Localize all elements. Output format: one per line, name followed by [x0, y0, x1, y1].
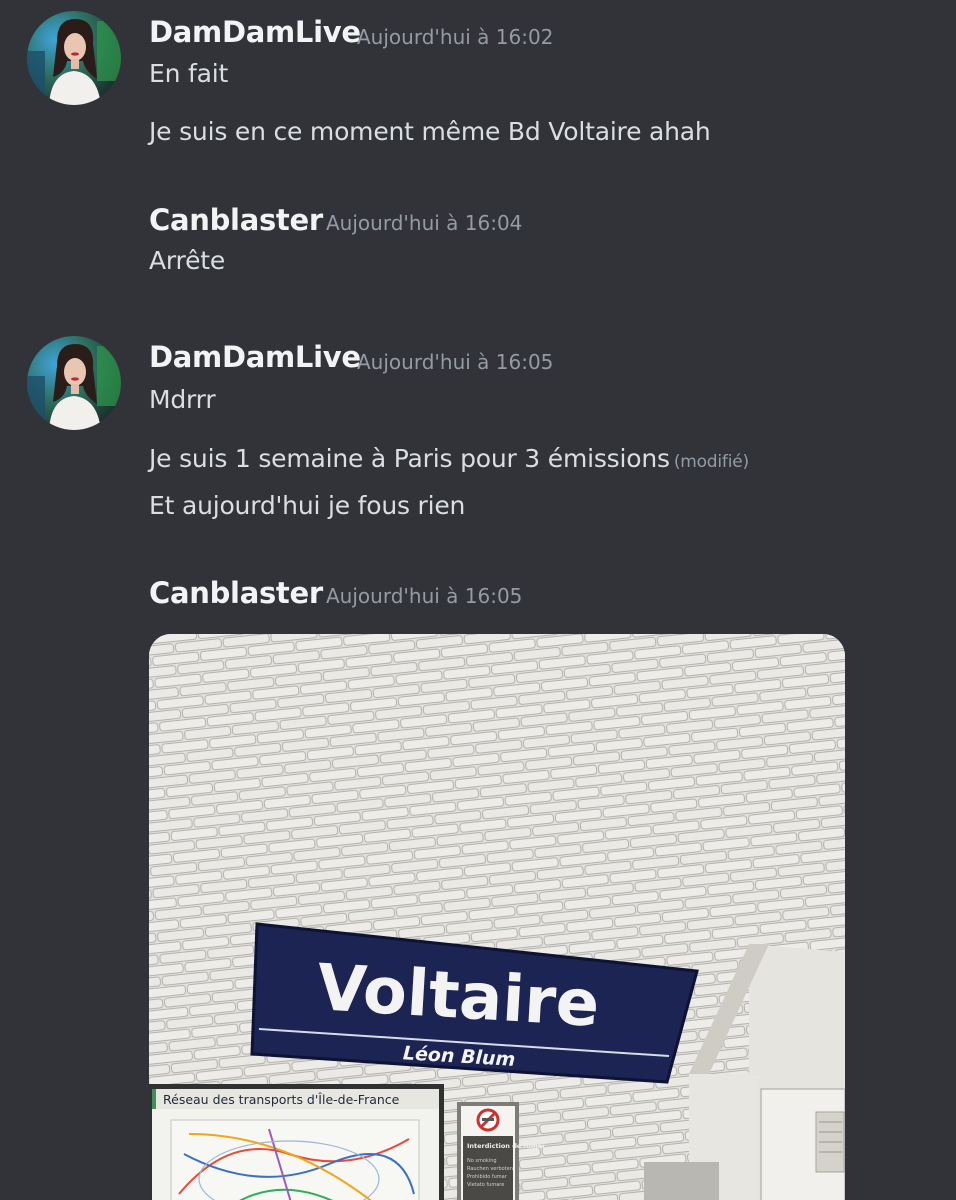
no-smoking-title: Interdiction de fumer	[467, 1142, 546, 1150]
network-panel-title: Réseau des transports d'Île-de-France	[163, 1092, 400, 1107]
metro-station-photo: Voltaire Léon Blum Réseau des transports…	[149, 634, 845, 1200]
edited-label: (modifié)	[673, 452, 749, 472]
no-smoking-line: Prohibido fumar	[467, 1174, 508, 1180]
avatar-damdamlive[interactable]	[27, 11, 121, 105]
message-text: Mdrrr	[149, 385, 216, 414]
message-text: Et aujourd'hui je fous rien	[149, 491, 466, 520]
message-author[interactable]: Canblaster	[149, 576, 323, 610]
message-timestamp: Aujourd'hui à 16:02	[357, 25, 554, 49]
message-text: Je suis en ce moment même Bd Voltaire ah…	[149, 117, 711, 146]
message-text: Arrête	[149, 246, 226, 275]
message-author[interactable]: Canblaster	[149, 203, 323, 237]
no-smoking-line: Rauchen verboten	[467, 1166, 513, 1172]
message-timestamp: Aujourd'hui à 16:04	[326, 211, 523, 235]
avatar-damdamlive[interactable]	[27, 336, 121, 430]
message-timestamp: Aujourd'hui à 16:05	[357, 350, 554, 374]
message-text: Je suis 1 semaine à Paris pour 3 émissio…	[149, 444, 670, 473]
no-smoking-line: Vietato fumare	[467, 1182, 504, 1188]
no-smoking-line: No smoking	[467, 1158, 497, 1164]
chat-message-list: DamDamLive Aujourd'hui à 16:02 En fait J…	[0, 0, 956, 1200]
message-timestamp: Aujourd'hui à 16:05	[326, 584, 523, 608]
message-author[interactable]: DamDamLive	[149, 15, 361, 49]
message-text: En fait	[149, 59, 229, 88]
image-attachment[interactable]: Voltaire Léon Blum Réseau des transports…	[149, 634, 845, 1200]
message-text-edited: Je suis 1 semaine à Paris pour 3 émissio…	[149, 444, 749, 473]
message-author[interactable]: DamDamLive	[149, 340, 361, 374]
